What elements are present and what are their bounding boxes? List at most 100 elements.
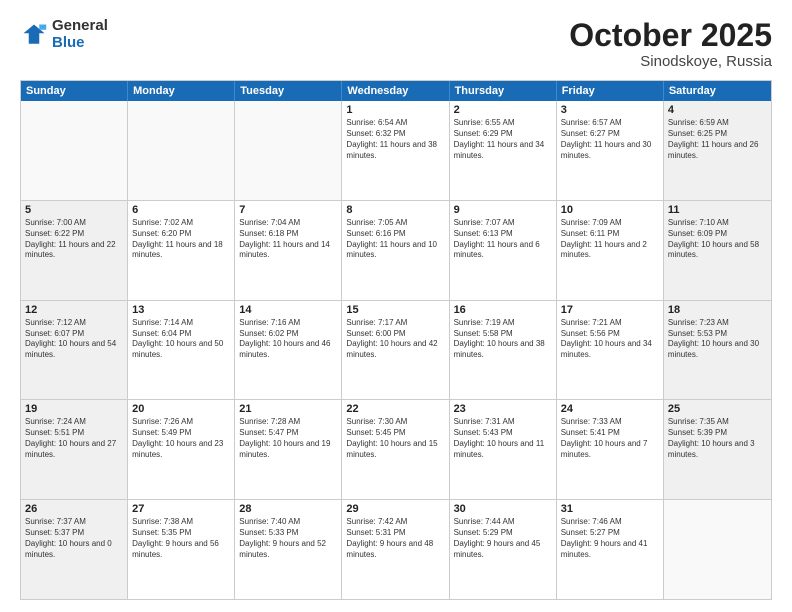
day-number: 29: [346, 503, 444, 515]
calendar-row: 1Sunrise: 6:54 AM Sunset: 6:32 PM Daylig…: [21, 101, 771, 200]
weekday-header: Saturday: [664, 81, 771, 101]
weekday-header: Wednesday: [342, 81, 449, 101]
cell-info: Sunrise: 7:42 AM Sunset: 5:31 PM Dayligh…: [346, 517, 444, 560]
day-number: 14: [239, 304, 337, 316]
cell-info: Sunrise: 7:33 AM Sunset: 5:41 PM Dayligh…: [561, 417, 659, 460]
cell-info: Sunrise: 7:12 AM Sunset: 6:07 PM Dayligh…: [25, 318, 123, 361]
cell-info: Sunrise: 7:02 AM Sunset: 6:20 PM Dayligh…: [132, 218, 230, 261]
weekday-header: Monday: [128, 81, 235, 101]
calendar-cell: 21 Sunrise: 7:28 AM Sunset: 5:47 PM Dayli…: [235, 400, 342, 499]
day-number: 23: [454, 403, 552, 415]
day-number: 10: [561, 204, 659, 216]
cell-info: Sunrise: 6:54 AM Sunset: 6:32 PM Dayligh…: [346, 118, 444, 161]
day-number: 18: [668, 304, 767, 316]
day-number: 27: [132, 503, 230, 515]
cell-info: Sunrise: 6:55 AM Sunset: 6:29 PM Dayligh…: [454, 118, 552, 161]
calendar-cell: 7Sunrise: 7:04 AM Sunset: 6:18 PM Daylig…: [235, 201, 342, 300]
logo-icon: [20, 21, 48, 49]
calendar-cell: 9Sunrise: 7:07 AM Sunset: 6:13 PM Daylig…: [450, 201, 557, 300]
calendar-cell: 22 Sunrise: 7:30 AM Sunset: 5:45 PM Dayli…: [342, 400, 449, 499]
day-number: 28: [239, 503, 337, 515]
calendar-body: 1Sunrise: 6:54 AM Sunset: 6:32 PM Daylig…: [21, 101, 771, 599]
calendar-cell: [664, 500, 771, 599]
logo-blue: Blue: [52, 35, 108, 52]
day-number: 9: [454, 204, 552, 216]
day-number: 15: [346, 304, 444, 316]
day-number: 2: [454, 104, 552, 116]
calendar-header: SundayMondayTuesdayWednesdayThursdayFrid…: [21, 81, 771, 101]
day-number: 22: [346, 403, 444, 415]
day-number: 24: [561, 403, 659, 415]
day-number: 11: [668, 204, 767, 216]
month-title: October 2025: [569, 18, 772, 53]
cell-info: Sunrise: 7:23 AM Sunset: 5:53 PM Dayligh…: [668, 318, 767, 361]
weekday-header: Tuesday: [235, 81, 342, 101]
calendar-row: 12 Sunrise: 7:12 AM Sunset: 6:07 PM Dayli…: [21, 300, 771, 400]
calendar-cell: 17Sunrise: 7:21 AM Sunset: 5:56 PM Dayli…: [557, 301, 664, 400]
weekday-header: Sunday: [21, 81, 128, 101]
calendar-cell: 14 Sunrise: 7:16 AM Sunset: 6:02 PM Dayli…: [235, 301, 342, 400]
day-number: 8: [346, 204, 444, 216]
calendar-cell: 25 Sunrise: 7:35 AM Sunset: 5:39 PM Dayli…: [664, 400, 771, 499]
weekday-header: Thursday: [450, 81, 557, 101]
day-number: 7: [239, 204, 337, 216]
calendar-cell: 5Sunrise: 7:00 AM Sunset: 6:22 PM Daylig…: [21, 201, 128, 300]
cell-info: Sunrise: 7:17 AM Sunset: 6:00 PM Dayligh…: [346, 318, 444, 361]
cell-info: Sunrise: 7:09 AM Sunset: 6:11 PM Dayligh…: [561, 218, 659, 261]
calendar-cell: 27 Sunrise: 7:38 AM Sunset: 5:35 PM Dayli…: [128, 500, 235, 599]
cell-info: Sunrise: 7:37 AM Sunset: 5:37 PM Dayligh…: [25, 517, 123, 560]
cell-info: Sunrise: 7:46 AM Sunset: 5:27 PM Dayligh…: [561, 517, 659, 560]
cell-info: Sunrise: 7:28 AM Sunset: 5:47 PM Dayligh…: [239, 417, 337, 460]
day-number: 20: [132, 403, 230, 415]
day-number: 4: [668, 104, 767, 116]
day-number: 13: [132, 304, 230, 316]
cell-info: Sunrise: 7:30 AM Sunset: 5:45 PM Dayligh…: [346, 417, 444, 460]
calendar-cell: 18 Sunrise: 7:23 AM Sunset: 5:53 PM Dayli…: [664, 301, 771, 400]
day-number: 26: [25, 503, 123, 515]
calendar-cell: 23 Sunrise: 7:31 AM Sunset: 5:43 PM Dayli…: [450, 400, 557, 499]
cell-info: Sunrise: 7:38 AM Sunset: 5:35 PM Dayligh…: [132, 517, 230, 560]
calendar-cell: 15 Sunrise: 7:17 AM Sunset: 6:00 PM Dayli…: [342, 301, 449, 400]
day-number: 30: [454, 503, 552, 515]
calendar-cell: 20 Sunrise: 7:26 AM Sunset: 5:49 PM Dayli…: [128, 400, 235, 499]
cell-info: Sunrise: 7:16 AM Sunset: 6:02 PM Dayligh…: [239, 318, 337, 361]
calendar-cell: 13Sunrise: 7:14 AM Sunset: 6:04 PM Dayli…: [128, 301, 235, 400]
calendar-cell: [235, 101, 342, 200]
calendar-cell: 16Sunrise: 7:19 AM Sunset: 5:58 PM Dayli…: [450, 301, 557, 400]
day-number: 21: [239, 403, 337, 415]
day-number: 12: [25, 304, 123, 316]
calendar-cell: 8 Sunrise: 7:05 AM Sunset: 6:16 PM Daylig…: [342, 201, 449, 300]
calendar-cell: 31 Sunrise: 7:46 AM Sunset: 5:27 PM Dayli…: [557, 500, 664, 599]
cell-info: Sunrise: 7:40 AM Sunset: 5:33 PM Dayligh…: [239, 517, 337, 560]
cell-info: Sunrise: 7:35 AM Sunset: 5:39 PM Dayligh…: [668, 417, 767, 460]
cell-info: Sunrise: 6:57 AM Sunset: 6:27 PM Dayligh…: [561, 118, 659, 161]
calendar-cell: 6 Sunrise: 7:02 AM Sunset: 6:20 PM Daylig…: [128, 201, 235, 300]
day-number: 3: [561, 104, 659, 116]
cell-info: Sunrise: 7:31 AM Sunset: 5:43 PM Dayligh…: [454, 417, 552, 460]
calendar-cell: 28 Sunrise: 7:40 AM Sunset: 5:33 PM Dayli…: [235, 500, 342, 599]
calendar-cell: [21, 101, 128, 200]
cell-info: Sunrise: 7:05 AM Sunset: 6:16 PM Dayligh…: [346, 218, 444, 261]
calendar-cell: 26 Sunrise: 7:37 AM Sunset: 5:37 PM Dayli…: [21, 500, 128, 599]
calendar-cell: 3 Sunrise: 6:57 AM Sunset: 6:27 PM Daylig…: [557, 101, 664, 200]
location: Sinodskoye, Russia: [569, 53, 772, 70]
calendar-cell: 19Sunrise: 7:24 AM Sunset: 5:51 PM Dayli…: [21, 400, 128, 499]
weekday-header: Friday: [557, 81, 664, 101]
cell-info: Sunrise: 6:59 AM Sunset: 6:25 PM Dayligh…: [668, 118, 767, 161]
calendar-row: 26 Sunrise: 7:37 AM Sunset: 5:37 PM Dayli…: [21, 499, 771, 599]
day-number: 16: [454, 304, 552, 316]
calendar-cell: 4 Sunrise: 6:59 AM Sunset: 6:25 PM Daylig…: [664, 101, 771, 200]
cell-info: Sunrise: 7:24 AM Sunset: 5:51 PM Dayligh…: [25, 417, 123, 460]
calendar-cell: 10 Sunrise: 7:09 AM Sunset: 6:11 PM Dayli…: [557, 201, 664, 300]
day-number: 31: [561, 503, 659, 515]
logo: General Blue: [20, 18, 108, 51]
cell-info: Sunrise: 7:44 AM Sunset: 5:29 PM Dayligh…: [454, 517, 552, 560]
day-number: 6: [132, 204, 230, 216]
cell-info: Sunrise: 7:26 AM Sunset: 5:49 PM Dayligh…: [132, 417, 230, 460]
day-number: 25: [668, 403, 767, 415]
calendar-cell: 1Sunrise: 6:54 AM Sunset: 6:32 PM Daylig…: [342, 101, 449, 200]
calendar-cell: 12 Sunrise: 7:12 AM Sunset: 6:07 PM Dayli…: [21, 301, 128, 400]
calendar-cell: 24 Sunrise: 7:33 AM Sunset: 5:41 PM Dayli…: [557, 400, 664, 499]
calendar-cell: 11Sunrise: 7:10 AM Sunset: 6:09 PM Dayli…: [664, 201, 771, 300]
day-number: 17: [561, 304, 659, 316]
